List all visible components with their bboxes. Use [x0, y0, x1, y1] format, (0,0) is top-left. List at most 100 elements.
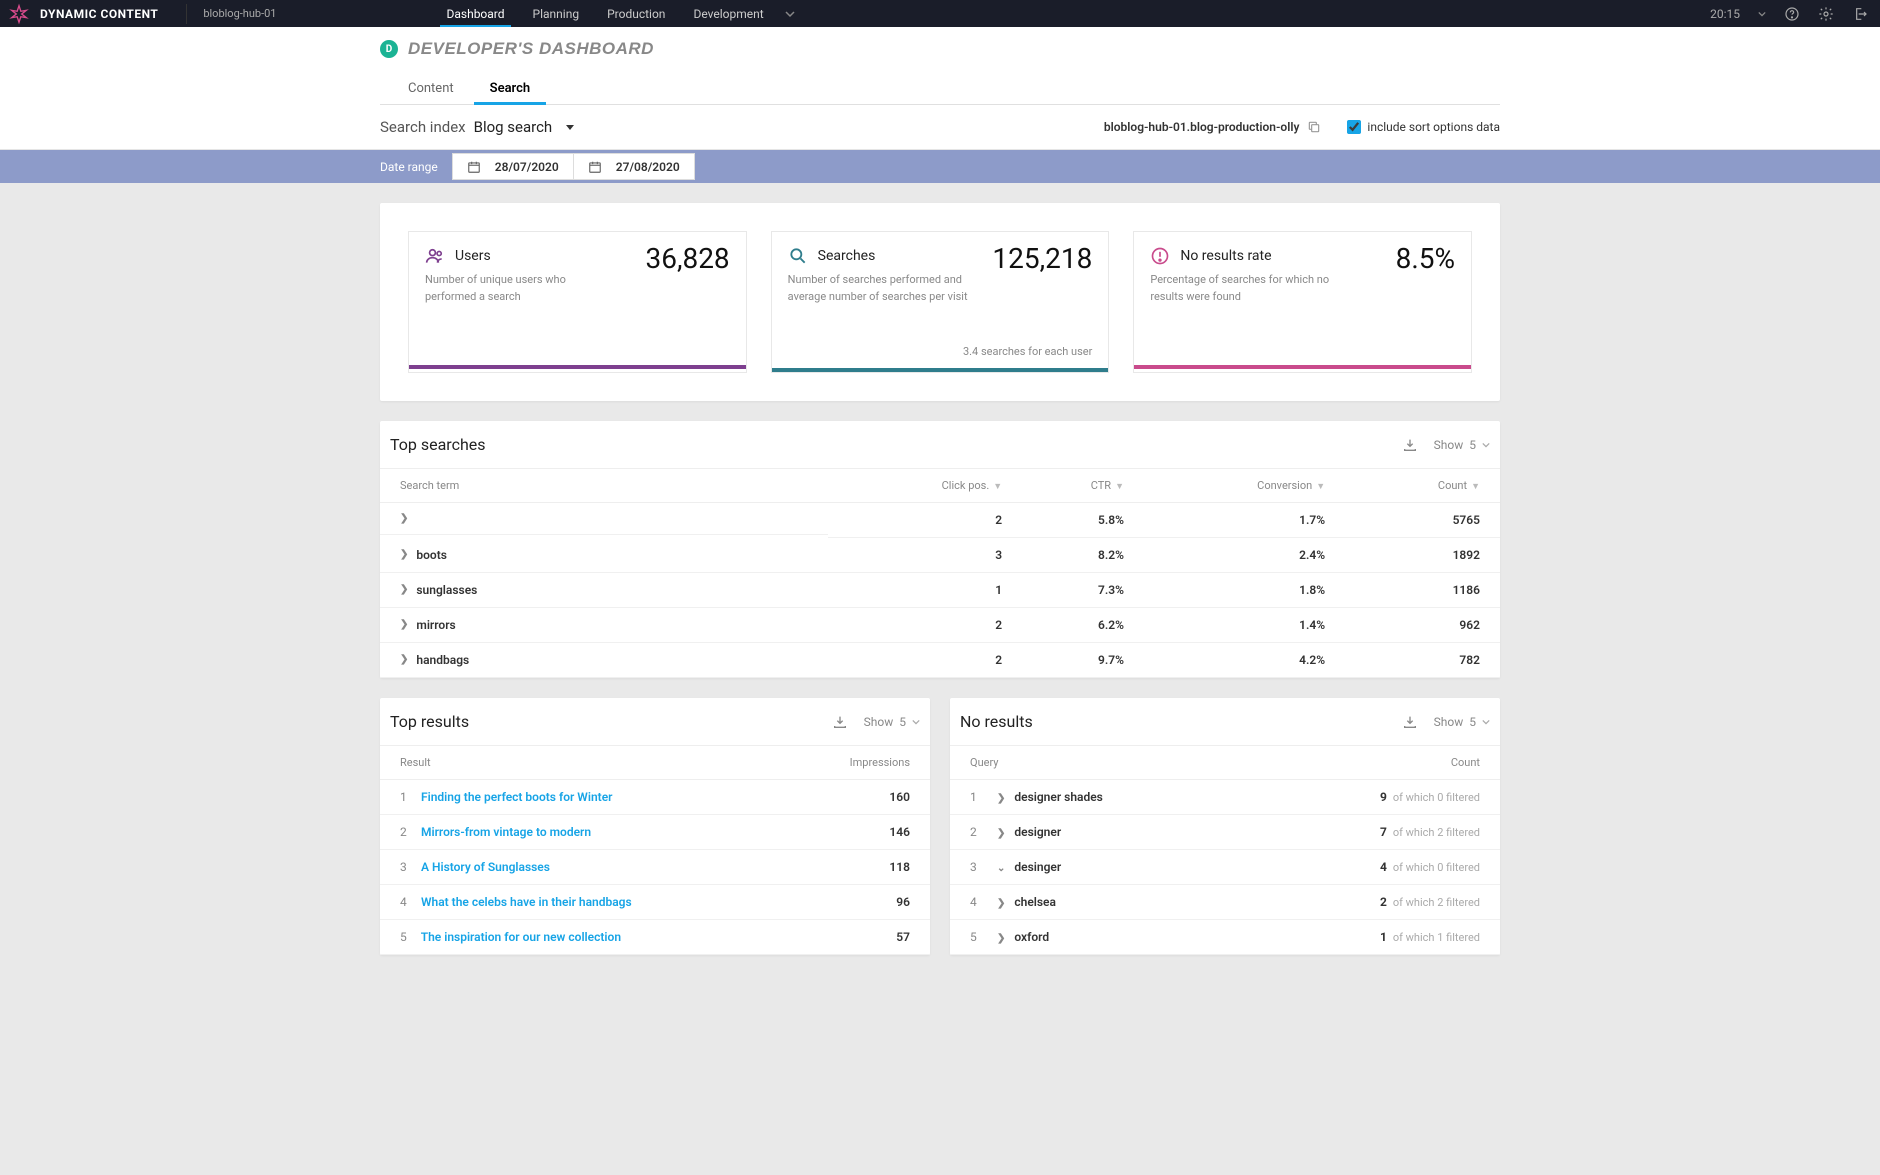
count: 7: [1380, 825, 1387, 839]
nav-right: 20:15: [1710, 6, 1880, 22]
stat-desc: Number of unique users who performed a s…: [425, 272, 605, 305]
settings-icon[interactable]: [1818, 6, 1834, 22]
ctr: 7.3%: [1012, 573, 1134, 608]
top-results-show[interactable]: Show 5: [864, 715, 920, 729]
nav-tab-development[interactable]: Development: [679, 0, 777, 27]
include-sort-checkbox-row[interactable]: include sort options data: [1347, 120, 1500, 134]
search-index-value[interactable]: Blog search: [474, 118, 553, 136]
date-range-bar: Date range 28/07/2020 27/08/2020: [0, 150, 1880, 183]
nav-time-caret-icon[interactable]: [1758, 10, 1766, 18]
download-icon[interactable]: [1402, 714, 1418, 730]
date-range-inputs: 28/07/2020 27/08/2020: [452, 153, 695, 180]
table-row[interactable]: 5 ❯ oxford1of which 1 filtered: [950, 920, 1500, 955]
th-search-term[interactable]: Search term: [380, 469, 828, 503]
query-text: desinger: [1014, 860, 1061, 874]
table-row[interactable]: 5 The inspiration for our new collection…: [380, 920, 930, 955]
table-row[interactable]: 3 A History of Sunglasses118: [380, 850, 930, 885]
result-link[interactable]: Mirrors-from vintage to modern: [421, 825, 591, 839]
top-searches-table: Search term Click pos.▼ CTR▼ Conversion▼…: [380, 468, 1500, 678]
table-row[interactable]: ❯25.8%1.7%5765: [380, 503, 1500, 538]
table-row[interactable]: 3 ⌄ desinger4of which 0 filtered: [950, 850, 1500, 885]
chevron-right-icon: ❯: [400, 513, 408, 524]
search-term: boots: [416, 548, 447, 562]
row-index: 4: [400, 895, 418, 909]
conversion: 1.4%: [1134, 608, 1335, 643]
th-result[interactable]: Result: [380, 746, 789, 780]
th-click-pos[interactable]: Click pos.▼: [828, 469, 1012, 503]
date-to-cell[interactable]: 27/08/2020: [574, 160, 694, 174]
nav-tab-dashboard[interactable]: Dashboard: [432, 0, 518, 27]
noresults-icon: [1150, 246, 1170, 266]
th-conversion[interactable]: Conversion▼: [1134, 469, 1335, 503]
chevron-icon: ❯: [997, 793, 1005, 804]
chevron-right-icon: ❯: [400, 549, 408, 560]
no-results-title: No results: [960, 712, 1033, 731]
chevron-right-icon: ❯: [400, 619, 408, 630]
brand-name: DYNAMIC CONTENT: [40, 7, 158, 21]
th-count[interactable]: Count: [1256, 746, 1500, 780]
no-results-table: Query Count 1 ❯ designer shades 9 of which…: [950, 745, 1500, 955]
table-row[interactable]: 4 What the celebs have in their handbags…: [380, 885, 930, 920]
th-ctr[interactable]: CTR▼: [1012, 469, 1134, 503]
row-index: 2: [400, 825, 418, 839]
hub-name[interactable]: bloblog-hub-01: [187, 7, 292, 20]
page-badge: D: [380, 40, 398, 58]
row-index: 5: [970, 930, 988, 944]
subtab-content[interactable]: Content: [404, 73, 458, 104]
include-sort-checkbox[interactable]: [1347, 120, 1361, 134]
chevron-icon: ❯: [997, 898, 1005, 909]
query-text: oxford: [1014, 930, 1049, 944]
no-results-show[interactable]: Show 5: [1434, 715, 1490, 729]
nav-tab-production[interactable]: Production: [593, 0, 679, 27]
filtered-text: of which 1 filtered: [1393, 931, 1480, 944]
logout-icon[interactable]: [1852, 6, 1868, 22]
row-index: 1: [400, 790, 418, 804]
conversion: 1.8%: [1134, 573, 1335, 608]
search-index-bar: Search index Blog search bloblog-hub-01.…: [0, 105, 1880, 150]
filtered-text: of which 2 filtered: [1393, 826, 1480, 839]
nav-time[interactable]: 20:15: [1710, 7, 1740, 21]
stat-desc: Number of searches performed and average…: [788, 272, 968, 305]
count: 9: [1380, 790, 1387, 804]
subtab-search[interactable]: Search: [486, 73, 535, 104]
result-link[interactable]: Finding the perfect boots for Winter: [421, 790, 613, 804]
nav-more-icon[interactable]: [778, 0, 802, 27]
search-index-path: bloblog-hub-01.blog-production-olly: [1104, 120, 1300, 134]
table-row[interactable]: 2 Mirrors-from vintage to modern146: [380, 815, 930, 850]
top-searches-show[interactable]: Show 5: [1434, 438, 1490, 452]
chevron-down-icon: [1482, 718, 1490, 726]
query-text: designer shades: [1014, 790, 1102, 804]
nav-tab-planning[interactable]: Planning: [519, 0, 594, 27]
table-row[interactable]: ❯mirrors26.2%1.4%962: [380, 608, 1500, 643]
result-link[interactable]: A History of Sunglasses: [421, 860, 550, 874]
result-link[interactable]: What the celebs have in their handbags: [421, 895, 632, 909]
ctr: 9.7%: [1012, 643, 1134, 678]
users-icon: [425, 246, 445, 266]
table-row[interactable]: 1 ❯ designer shades9of which 0 filtered: [950, 780, 1500, 815]
help-icon[interactable]: [1784, 6, 1800, 22]
th-impressions[interactable]: Impressions: [789, 746, 930, 780]
search-index-caret-icon[interactable]: [566, 125, 574, 130]
date-to-value: 27/08/2020: [616, 160, 680, 174]
click-pos: 1: [828, 573, 1012, 608]
result-link[interactable]: The inspiration for our new collection: [421, 930, 621, 944]
table-row[interactable]: 4 ❯ chelsea2of which 2 filtered: [950, 885, 1500, 920]
download-icon[interactable]: [1402, 437, 1418, 453]
main-content: Users36,828Number of unique users who pe…: [380, 203, 1500, 995]
download-icon[interactable]: [832, 714, 848, 730]
impressions: 160: [789, 780, 930, 815]
table-row[interactable]: ❯sunglasses17.3%1.8%1186: [380, 573, 1500, 608]
copy-icon[interactable]: [1307, 120, 1321, 134]
show-value: 5: [1469, 715, 1476, 729]
th-count[interactable]: Count▼: [1335, 469, 1500, 503]
show-value: 5: [899, 715, 906, 729]
table-row[interactable]: ❯handbags29.7%4.2%782: [380, 643, 1500, 678]
table-row[interactable]: ❯boots38.2%2.4%1892: [380, 538, 1500, 573]
brand-logo-icon: [0, 3, 30, 25]
date-from-cell[interactable]: 28/07/2020: [453, 160, 573, 174]
th-query[interactable]: Query: [950, 746, 1256, 780]
search-term: mirrors: [416, 618, 455, 632]
table-row[interactable]: 2 ❯ designer7of which 2 filtered: [950, 815, 1500, 850]
table-row[interactable]: 1 Finding the perfect boots for Winter 16…: [380, 780, 930, 815]
row-index: 1: [970, 790, 988, 804]
